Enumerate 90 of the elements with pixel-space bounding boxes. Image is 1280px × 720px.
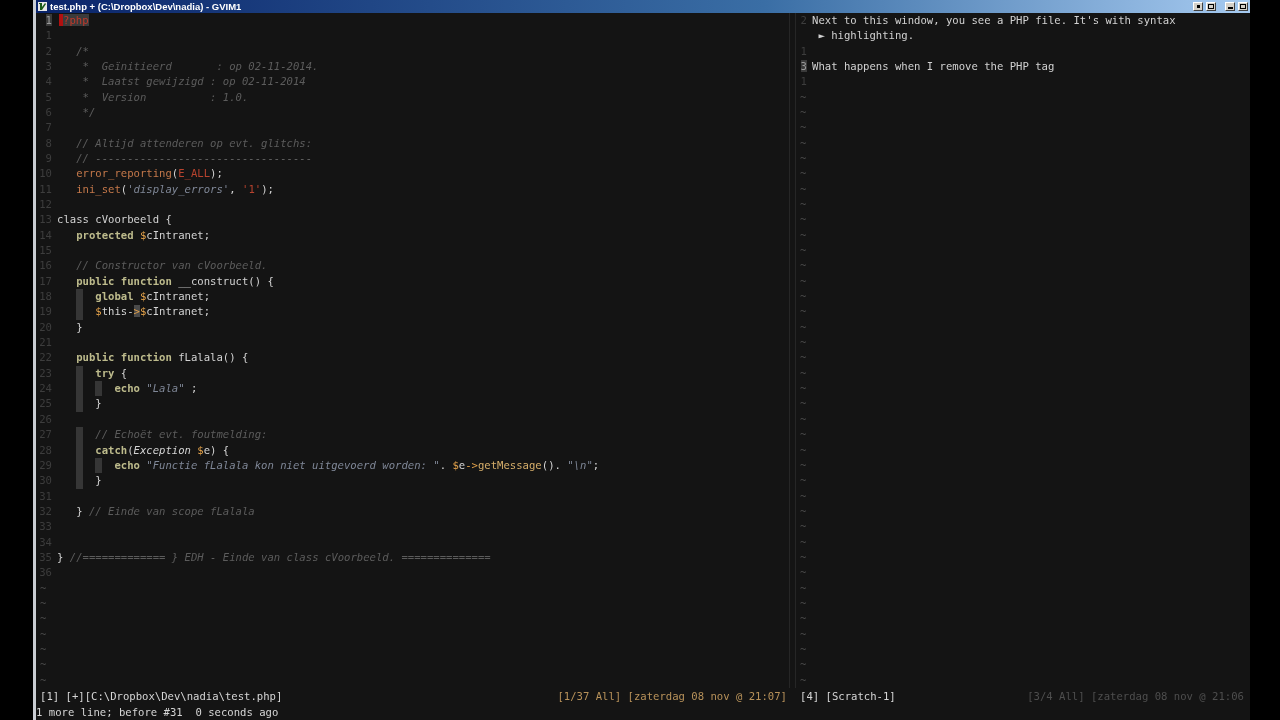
- empty-line-tilde: ~: [799, 150, 807, 166]
- empty-line-tilde: ~: [799, 565, 807, 581]
- code-line: // Constructor van cVoorbeeld.: [76, 258, 268, 274]
- code-line: }: [76, 319, 83, 335]
- minimize-button[interactable]: [1225, 1, 1235, 11]
- empty-line-tilde: ~: [799, 488, 807, 504]
- empty-line-tilde: ~: [799, 197, 807, 212]
- code-line: * Version : 1.0.: [81, 89, 249, 105]
- code-line: }: [95, 396, 102, 412]
- code-line: * Laatst gewijzigd : op 02-11-2014: [81, 74, 306, 90]
- code-line: catch(Exception $e) {: [95, 442, 230, 458]
- empty-line-tilde: ~: [799, 273, 807, 289]
- code-line: */: [81, 104, 96, 120]
- code-line: /*: [76, 43, 89, 59]
- empty-line-tilde: ~: [799, 396, 807, 412]
- empty-line-tilde: ~: [799, 350, 807, 366]
- message-line: 1 more line; before #31 0 seconds ago: [36, 705, 280, 720]
- empty-line-tilde: ~: [39, 611, 47, 627]
- code-line: // Altijd attenderen op evt. glitchs:: [76, 135, 313, 151]
- text-line: Next to this window, you see a PHP file. It's with syntax: [812, 12, 1176, 28]
- maximize-button[interactable]: [1238, 1, 1248, 11]
- empty-line-tilde: ~: [799, 166, 807, 182]
- empty-line-tilde: ~: [799, 641, 807, 657]
- empty-line-tilde: ~: [799, 672, 807, 688]
- line-number: 3: [800, 59, 807, 72]
- empty-line-tilde: ~: [799, 135, 807, 151]
- empty-line-tilde: ~: [799, 104, 807, 120]
- empty-line-tilde: ~: [799, 120, 807, 136]
- empty-line-tilde: ~: [799, 595, 807, 611]
- code-line: * Geïnitieerd : op 02-11-2014.: [81, 58, 319, 74]
- code-line: ini_set('display_errors', '1');: [76, 181, 274, 197]
- code-line: echo "Lala" ;: [114, 381, 198, 397]
- empty-line-tilde: ~: [799, 181, 807, 197]
- code-line: global $cIntranet;: [95, 289, 211, 305]
- empty-line-tilde: ~: [799, 289, 807, 305]
- empty-line-tilde: ~: [799, 534, 807, 550]
- code-line: try {: [95, 365, 128, 381]
- code-line: public function __construct() {: [76, 273, 274, 290]
- empty-line-tilde: ~: [799, 335, 807, 351]
- code-line: // ----------------------------------: [76, 150, 313, 166]
- empty-line-tilde: ~: [799, 580, 807, 596]
- status-file: [1] [+][C:\Dropbox\Dev\nadia\test.php]: [40, 689, 283, 704]
- empty-line-tilde: ~: [799, 503, 807, 519]
- empty-line-tilde: ~: [799, 427, 807, 443]
- empty-line-tilde: ~: [39, 626, 47, 642]
- empty-line-tilde: ~: [799, 411, 807, 427]
- empty-line-tilde: ~: [799, 549, 807, 565]
- empty-line-tilde: ~: [39, 595, 47, 611]
- empty-line-tilde: ~: [799, 227, 807, 243]
- empty-line-tilde: ~: [799, 657, 807, 673]
- code-line: // Echoët evt. foutmelding:: [95, 427, 268, 443]
- line-number: 1: [45, 13, 52, 26]
- maximize-icon: [1240, 3, 1246, 9]
- empty-line-tilde: ~: [799, 626, 807, 642]
- status-position: [1/37 All] [zaterdag 08 nov @ 21:07]: [557, 689, 788, 704]
- empty-line-tilde: ~: [799, 258, 807, 274]
- empty-line-tilde: ~: [799, 243, 807, 259]
- empty-line-tilde: ~: [799, 89, 807, 105]
- empty-line-tilde: ~: [799, 304, 807, 320]
- empty-line-tilde: ~: [799, 457, 807, 473]
- empty-line-tilde: ~: [799, 319, 807, 335]
- code-line: }: [95, 473, 102, 489]
- status-position: [3/4 All] [zaterdag 08 nov @ 21:06: [1027, 689, 1245, 704]
- empty-line-tilde: ~: [39, 641, 47, 657]
- code-line: class cVoorbeeld {: [57, 212, 172, 228]
- empty-line-tilde: ~: [799, 473, 807, 489]
- empty-line-tilde: ~: [39, 657, 47, 673]
- empty-line-tilde: ~: [799, 519, 807, 535]
- code-line: public function fLalala() {: [76, 350, 249, 366]
- code-line: error_reporting(E_ALL);: [76, 166, 223, 182]
- vim-icon: [38, 1, 47, 11]
- empty-line-tilde: ~: [39, 672, 47, 688]
- empty-line-tilde: ~: [799, 365, 807, 381]
- code-line: protected $cIntranet;: [76, 227, 211, 243]
- empty-line-tilde: ~: [799, 442, 807, 458]
- code-line: } // Einde van scope fLalala: [76, 503, 255, 519]
- code-line: $this->$cIntranet;: [95, 304, 211, 320]
- empty-line-tilde: ~: [39, 580, 47, 596]
- code-line: echo "Functie fLalala kon niet uitgevoerd worden: ". $e->getMessage(). "\n";: [114, 457, 600, 473]
- status-file: [4] [Scratch-1]: [800, 689, 896, 704]
- empty-line-tilde: ~: [799, 212, 807, 228]
- text-line: What happens when I remove the PHP tag: [812, 58, 1055, 74]
- restore-icon: [1208, 3, 1214, 9]
- pin-button[interactable]: [1193, 1, 1203, 11]
- empty-line-tilde: ~: [799, 611, 807, 627]
- restore-button[interactable]: [1206, 1, 1216, 11]
- wrapped-text-line: ► highlighting.: [817, 28, 915, 44]
- code-line: } //============= } EDH - Einde van class cVoorbeeld. ==============: [57, 549, 491, 565]
- empty-line-tilde: ~: [799, 381, 807, 397]
- window-title: test.php + (C:\Dropbox\Dev\nadia) - GVIM1: [50, 0, 243, 12]
